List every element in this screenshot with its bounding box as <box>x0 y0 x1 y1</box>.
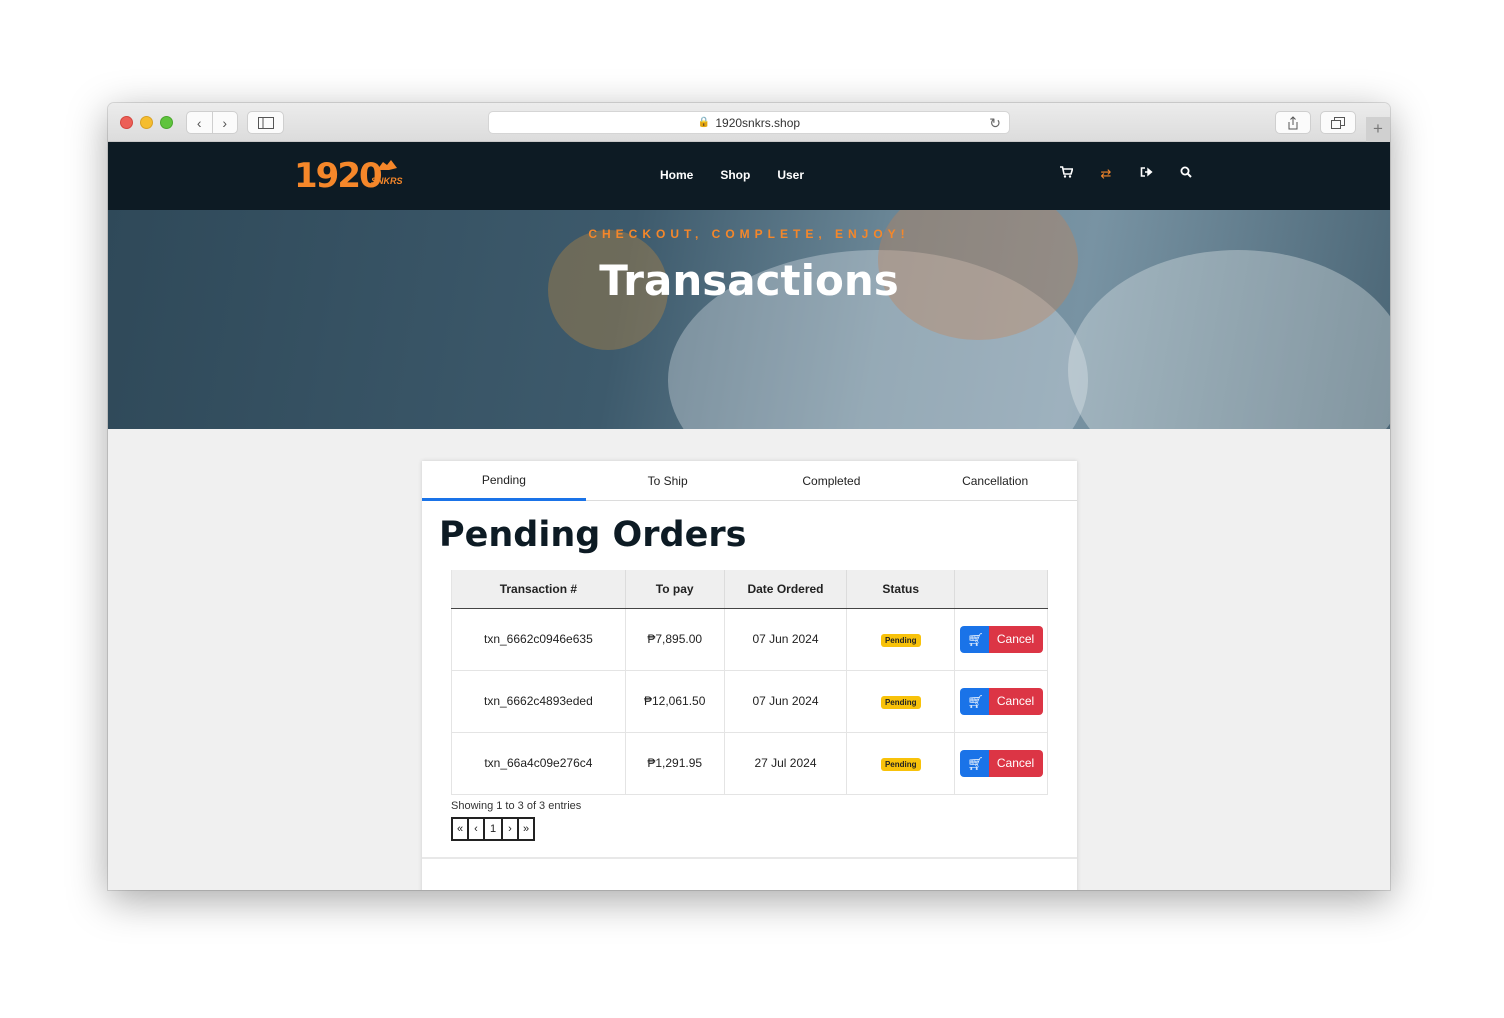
entries-summary: Showing 1 to 3 of 3 entries <box>451 800 582 812</box>
share-button[interactable] <box>1275 111 1311 134</box>
nav-shop[interactable]: Shop <box>720 168 750 182</box>
cancel-order-button[interactable]: Cancel <box>988 749 1043 777</box>
status-badge: Pending <box>880 633 921 647</box>
transaction-id: txn_6662c0946e635 <box>451 608 626 671</box>
view-cart-button[interactable]: 🛒︎ <box>959 687 992 715</box>
logo-subtext: SNKRS <box>371 176 403 186</box>
date-ordered: 27 Jul 2024 <box>724 732 848 795</box>
lock-icon: 🔒 <box>697 117 711 128</box>
site-header: 1920 SNKRS Home Shop User ⇄ <box>108 142 1390 210</box>
page-content: Pending To Ship Completed Cancellation P… <box>108 429 1390 890</box>
address-bar[interactable]: 🔒 1920snkrs.shop ↻ <box>488 111 1010 134</box>
pagination: « ‹ 1 › » <box>451 817 535 841</box>
browser-window: ‹ › 🔒 1920snkrs.shop ↻ + 1920 SNKRS Home… <box>108 103 1390 890</box>
url-text: 1920snkrs.shop <box>715 115 801 130</box>
cart-icon: 🛒︎ <box>967 755 984 771</box>
nav-home[interactable]: Home <box>660 168 693 182</box>
main-nav: Home Shop User <box>660 168 804 182</box>
hero-banner: CHECKOUT, COMPLETE, ENJOY! Transactions <box>108 210 1390 429</box>
logo-mark-icon <box>377 160 397 170</box>
history-nav: ‹ › <box>186 111 238 134</box>
cancel-order-button[interactable]: Cancel <box>988 687 1043 715</box>
logout-icon[interactable] <box>1138 166 1154 182</box>
column-header <box>954 570 1048 609</box>
panel-title: Pending Orders <box>439 515 747 555</box>
actions-cell: 🛒︎ Cancel <box>954 670 1048 733</box>
column-header[interactable]: Date Ordered <box>724 570 848 609</box>
tab-pending[interactable]: Pending <box>422 461 586 501</box>
date-ordered: 07 Jun 2024 <box>724 608 848 671</box>
transaction-id: txn_66a4c09e276c4 <box>451 732 626 795</box>
hero-subtitle: CHECKOUT, COMPLETE, ENJOY! <box>588 227 910 241</box>
date-ordered: 07 Jun 2024 <box>724 670 848 733</box>
show-tabs-button[interactable] <box>1320 111 1356 134</box>
amount-to-pay: ₱12,061.50 <box>625 670 725 733</box>
column-header[interactable]: To pay <box>625 570 725 609</box>
column-header[interactable]: Status <box>846 570 956 609</box>
table-row: txn_66a4c09e276c4 ₱1,291.95 27 Jul 2024 … <box>451 732 1048 795</box>
status-badge: Pending <box>880 695 921 709</box>
share-icon <box>1288 115 1298 129</box>
sidebar-icon <box>257 116 274 129</box>
back-arrow-icon[interactable]: ‹ <box>187 115 212 131</box>
view-cart-button[interactable]: 🛒︎ <box>959 625 992 653</box>
page-number-button[interactable]: 1 <box>483 817 503 841</box>
amount-to-pay: ₱7,895.00 <box>625 608 725 671</box>
cart-icon: 🛒︎ <box>967 693 984 709</box>
table-row: txn_6662c0946e635 ₱7,895.00 07 Jun 2024 … <box>451 608 1048 671</box>
exchange-icon[interactable]: ⇄ <box>1098 166 1114 182</box>
zoom-window-button[interactable] <box>160 116 173 129</box>
tab-completed[interactable]: Completed <box>750 461 914 501</box>
status-cell: Pending <box>846 732 956 795</box>
amount-to-pay: ₱1,291.95 <box>625 732 725 795</box>
last-page-button[interactable]: » <box>517 817 535 841</box>
close-window-button[interactable] <box>120 116 133 129</box>
header-actions: ⇄ <box>1058 166 1194 182</box>
status-cell: Pending <box>846 608 956 671</box>
column-header[interactable]: Transaction # <box>451 570 626 609</box>
status-tabs: Pending To Ship Completed Cancellation <box>422 461 1077 501</box>
actions-cell: 🛒︎ Cancel <box>954 732 1048 795</box>
actions-cell: 🛒︎ Cancel <box>954 608 1048 671</box>
table-row: txn_6662c4893eded ₱12,061.50 07 Jun 2024… <box>451 670 1048 733</box>
orders-table: Transaction # To pay Date Ordered Status… <box>451 570 1048 795</box>
search-icon[interactable] <box>1178 166 1194 182</box>
tab-cancellation[interactable]: Cancellation <box>913 461 1077 501</box>
divider <box>422 857 1077 859</box>
sidebar-toggle-button[interactable] <box>247 111 284 134</box>
reload-icon[interactable]: ↻ <box>989 115 1001 132</box>
tab-to-ship[interactable]: To Ship <box>586 461 750 501</box>
cart-icon[interactable] <box>1058 166 1074 182</box>
site-logo[interactable]: 1920 <box>294 156 383 196</box>
forward-arrow-icon[interactable]: › <box>212 115 237 131</box>
view-cart-button[interactable]: 🛒︎ <box>959 749 992 777</box>
browser-toolbar: ‹ › 🔒 1920snkrs.shop ↻ + <box>108 103 1390 142</box>
cart-icon: 🛒︎ <box>967 631 984 647</box>
status-cell: Pending <box>846 670 956 733</box>
transaction-id: txn_6662c4893eded <box>451 670 626 733</box>
minimize-window-button[interactable] <box>140 116 153 129</box>
table-header-row: Transaction # To pay Date Ordered Status <box>451 570 1048 609</box>
transactions-card: Pending To Ship Completed Cancellation P… <box>422 461 1077 890</box>
tabs-icon <box>1331 116 1345 129</box>
new-tab-button[interactable]: + <box>1366 117 1390 142</box>
status-badge: Pending <box>880 757 921 771</box>
page-title: Transactions <box>599 256 899 305</box>
nav-user[interactable]: User <box>777 168 804 182</box>
cancel-order-button[interactable]: Cancel <box>988 625 1043 653</box>
